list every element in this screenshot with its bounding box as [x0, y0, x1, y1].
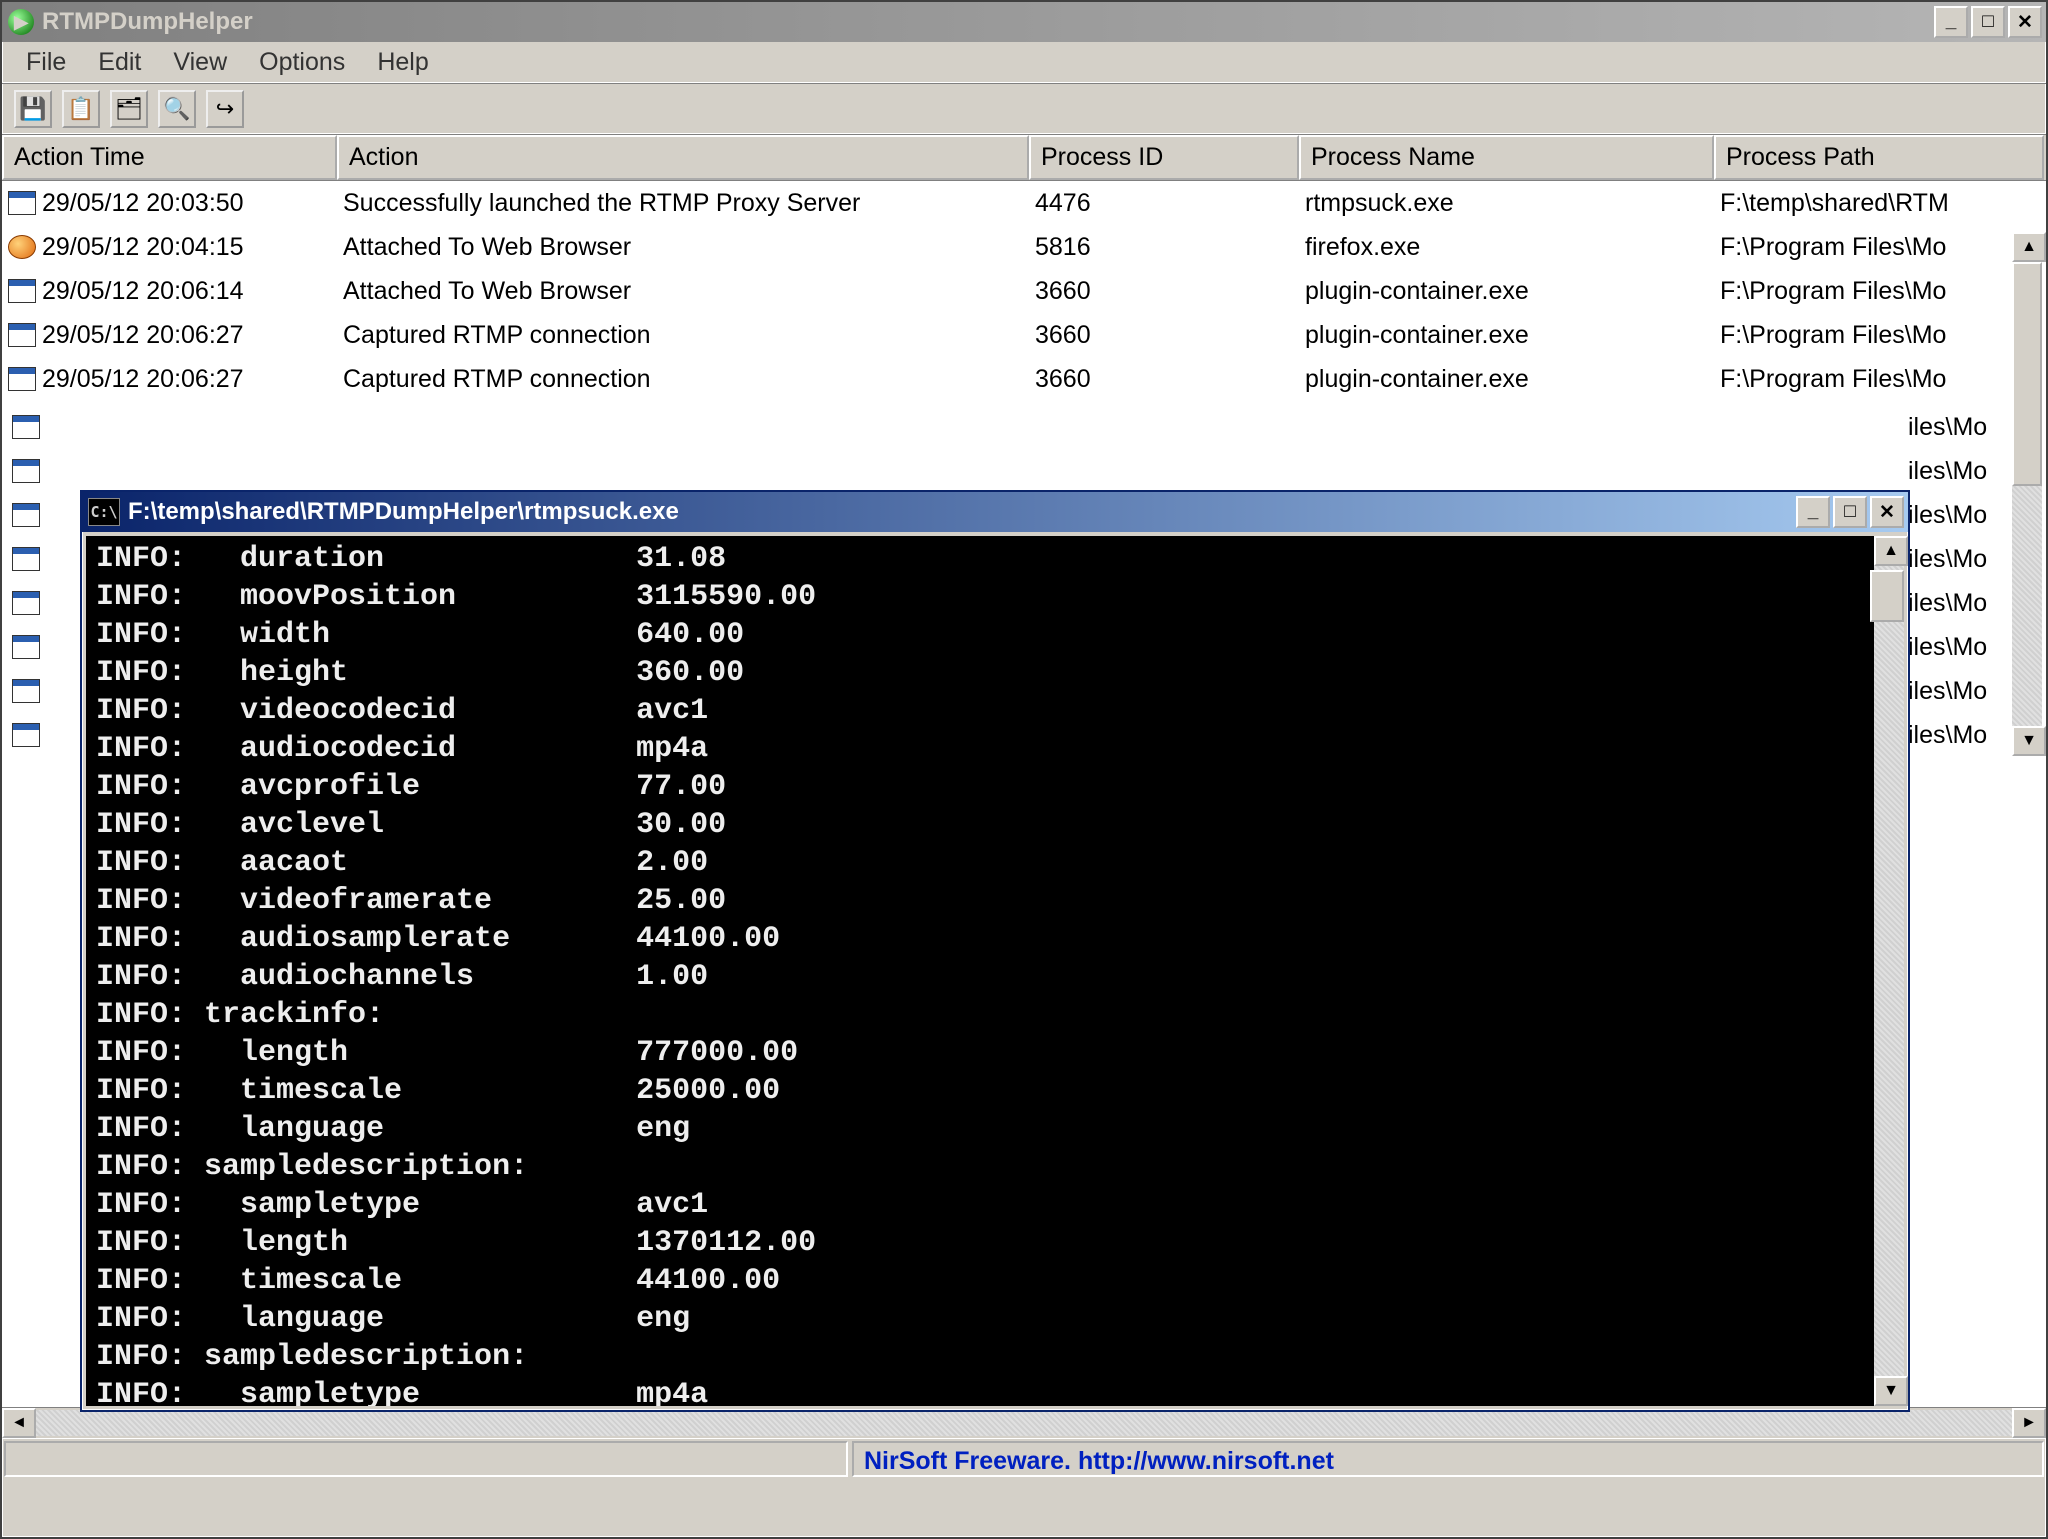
window-icon	[12, 635, 40, 659]
col-process-id[interactable]: Process ID	[1029, 135, 1299, 180]
table-row[interactable]: 29/05/12 20:04:15 Attached To Web Browser…	[2, 225, 2046, 269]
menu-options[interactable]: Options	[245, 46, 359, 79]
table-row[interactable]: 29/05/12 20:06:27 Captured RTMP connectio…	[2, 313, 2046, 357]
toolbar: 💾 📋 🗂 🔍 ↪	[2, 84, 2046, 135]
console-maximize-button[interactable]: □	[1833, 496, 1867, 528]
console-window: C:\ F:\temp\shared\RTMPDumpHelper\rtmpsu…	[80, 490, 1910, 1412]
cell-ppath: F:\Program Files\Mo	[1714, 365, 2044, 394]
console-close-button[interactable]: ✕	[1870, 496, 1904, 528]
scroll-up-icon[interactable]: ▲	[2012, 232, 2046, 262]
scroll-down-icon[interactable]: ▼	[2012, 726, 2046, 756]
window-icon	[12, 415, 40, 439]
cell-ppath: F:\Program Files\Mo	[1714, 321, 2044, 350]
find-icon[interactable]: 🔍	[158, 90, 196, 128]
table-row[interactable]: 29/05/12 20:03:50 Successfully launched t…	[2, 181, 2046, 225]
scroll-right-icon[interactable]: ►	[2012, 1408, 2046, 1438]
window-icon	[12, 459, 40, 483]
scroll-thumb[interactable]	[2012, 262, 2042, 486]
hscroll-track[interactable]	[36, 1410, 2012, 1436]
console-title: F:\temp\shared\RTMPDumpHelper\rtmpsuck.e…	[128, 498, 679, 526]
cell-pname: plugin-container.exe	[1299, 321, 1714, 350]
list-vscrollbar[interactable]: ▲ ▼	[2012, 232, 2042, 756]
col-action[interactable]: Action	[337, 135, 1029, 180]
exit-icon[interactable]: ↪	[206, 90, 244, 128]
window-icon	[8, 323, 36, 347]
save-icon[interactable]: 💾	[14, 90, 52, 128]
scroll-left-icon[interactable]: ◄	[2, 1408, 36, 1438]
menu-edit[interactable]: Edit	[84, 46, 155, 79]
col-process-name[interactable]: Process Name	[1299, 135, 1714, 180]
window-icon	[12, 503, 40, 527]
cell-pid: 4476	[1029, 189, 1299, 218]
window-controls: _ □ ✕	[1934, 6, 2042, 38]
cell-action: Attached To Web Browser	[337, 233, 1029, 262]
menu-help[interactable]: Help	[363, 46, 442, 79]
console-scroll-thumb[interactable]	[1870, 570, 1904, 622]
cell-action: Captured RTMP connection	[337, 365, 1029, 394]
console-scroll-up-icon[interactable]: ▲	[1874, 536, 1908, 566]
cell-time: 29/05/12 20:06:27	[42, 321, 244, 350]
cell-time: 29/05/12 20:03:50	[42, 189, 244, 218]
window-icon	[8, 279, 36, 303]
close-button[interactable]: ✕	[2008, 6, 2042, 38]
firefox-icon	[8, 235, 36, 259]
window-icon	[8, 191, 36, 215]
console-vscrollbar[interactable]: ▲ ▼	[1874, 536, 1904, 1406]
cell-ppath: F:\Program Files\Mo	[1714, 277, 2044, 306]
cell-pid: 3660	[1029, 365, 1299, 394]
table-row[interactable]: 29/05/12 20:06:27 Captured RTMP connectio…	[2, 357, 2046, 401]
console-window-controls: _ □ ✕	[1796, 496, 1904, 528]
cell-pid: 3660	[1029, 277, 1299, 306]
cell-pid: 3660	[1029, 321, 1299, 350]
menu-file[interactable]: File	[12, 46, 80, 79]
statusbar: NirSoft Freeware. http://www.nirsoft.net	[2, 1438, 2046, 1479]
cell-pname: plugin-container.exe	[1299, 277, 1714, 306]
window-icon	[12, 679, 40, 703]
cell-ppath: F:\temp\shared\RTM	[1714, 189, 2044, 218]
console-titlebar[interactable]: C:\ F:\temp\shared\RTMPDumpHelper\rtmpsu…	[82, 492, 1908, 532]
cell-pname: plugin-container.exe	[1299, 365, 1714, 394]
menu-view[interactable]: View	[159, 46, 241, 79]
window-icon	[12, 591, 40, 615]
window-title: RTMPDumpHelper	[42, 8, 253, 36]
copy-icon[interactable]: 📋	[62, 90, 100, 128]
minimize-button[interactable]: _	[1934, 6, 1968, 38]
cell-pname: rtmpsuck.exe	[1299, 189, 1714, 218]
maximize-button[interactable]: □	[1971, 6, 2005, 38]
status-link[interactable]: NirSoft Freeware. http://www.nirsoft.net	[852, 1441, 2044, 1477]
list-header: Action Time Action Process ID Process Na…	[2, 135, 2046, 181]
cell-time: 29/05/12 20:06:14	[42, 277, 244, 306]
console-output: INFO: duration 31.08 INFO: moovPosition …	[86, 536, 1904, 1406]
cell-pname: firefox.exe	[1299, 233, 1714, 262]
cell-action: Captured RTMP connection	[337, 321, 1029, 350]
window-icon	[8, 367, 36, 391]
properties-icon[interactable]: 🗂	[110, 90, 148, 128]
table-row[interactable]: 29/05/12 20:06:14 Attached To Web Browser…	[2, 269, 2046, 313]
console-scroll-down-icon[interactable]: ▼	[1874, 1376, 1908, 1406]
cell-action: Attached To Web Browser	[337, 277, 1029, 306]
cell-ppath: F:\Program Files\Mo	[1714, 233, 2044, 262]
cell-action: Successfully launched the RTMP Proxy Ser…	[337, 189, 1029, 218]
cell-time: 29/05/12 20:06:27	[42, 365, 244, 394]
window-icon	[12, 547, 40, 571]
menubar: File Edit View Options Help	[2, 42, 2046, 84]
status-left	[4, 1441, 848, 1477]
app-icon: ▶	[8, 9, 34, 35]
cell-time: 29/05/12 20:04:15	[42, 233, 244, 262]
window-icon	[12, 723, 40, 747]
console-minimize-button[interactable]: _	[1796, 496, 1830, 528]
cmd-icon: C:\	[88, 498, 120, 526]
col-action-time[interactable]: Action Time	[2, 135, 337, 180]
main-titlebar[interactable]: ▶ RTMPDumpHelper _ □ ✕	[2, 2, 2046, 42]
col-process-path[interactable]: Process Path	[1714, 135, 2044, 180]
list-body: 29/05/12 20:03:50 Successfully launched t…	[2, 181, 2046, 401]
cell-pid: 5816	[1029, 233, 1299, 262]
